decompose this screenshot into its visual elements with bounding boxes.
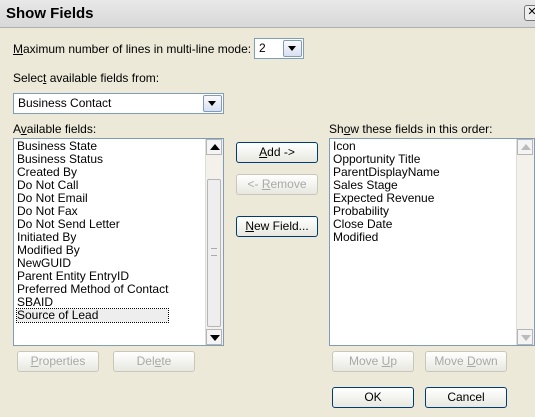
close-icon[interactable]: ✕ bbox=[524, 5, 535, 21]
select-fields-label: Select available fields from: bbox=[13, 71, 160, 85]
ok-button[interactable]: OK bbox=[332, 387, 414, 408]
scroll-up-icon[interactable] bbox=[517, 139, 533, 155]
add-button[interactable]: Add -> bbox=[236, 142, 318, 163]
chevron-down-icon[interactable] bbox=[203, 95, 222, 112]
available-scrollbar[interactable] bbox=[205, 139, 223, 345]
new-field-button[interactable]: New Field... bbox=[236, 216, 318, 237]
move-down-button[interactable]: Move Down bbox=[425, 351, 507, 372]
remove-button[interactable]: <- Remove bbox=[236, 174, 318, 195]
move-up-button[interactable]: Move Up bbox=[332, 351, 414, 372]
properties-button[interactable]: Properties bbox=[17, 351, 99, 372]
available-fields-list[interactable]: Business State Business Status Created By D… bbox=[13, 138, 224, 346]
max-lines-value: 2 bbox=[259, 41, 266, 55]
max-lines-select[interactable]: 2 bbox=[254, 38, 304, 59]
scroll-down-icon[interactable] bbox=[206, 329, 222, 345]
scroll-thumb[interactable] bbox=[207, 179, 221, 327]
delete-button[interactable]: Delete bbox=[113, 351, 195, 372]
dialog-title: Show Fields bbox=[6, 5, 94, 22]
field-source-value: Business Contact bbox=[18, 96, 112, 110]
chevron-down-icon[interactable] bbox=[283, 40, 302, 57]
shown-fields-list[interactable]: Icon Opportunity Title ParentDisplayName Sa… bbox=[329, 138, 535, 346]
show-fields-label: Show these fields in this order: bbox=[329, 122, 493, 136]
cancel-button[interactable]: Cancel bbox=[425, 387, 507, 408]
shown-scrollbar[interactable] bbox=[516, 139, 534, 345]
list-item[interactable]: Source of Lead bbox=[15, 308, 170, 323]
max-lines-label: Maximum number of lines in multi-line mo… bbox=[13, 42, 252, 56]
scroll-up-icon[interactable] bbox=[206, 139, 222, 155]
list-item[interactable]: Modified bbox=[333, 231, 440, 244]
grip-icon bbox=[211, 248, 217, 256]
available-fields-label: Available fields: bbox=[13, 122, 97, 136]
field-source-select[interactable]: Business Contact bbox=[13, 93, 224, 114]
scroll-down-icon[interactable] bbox=[517, 329, 533, 345]
